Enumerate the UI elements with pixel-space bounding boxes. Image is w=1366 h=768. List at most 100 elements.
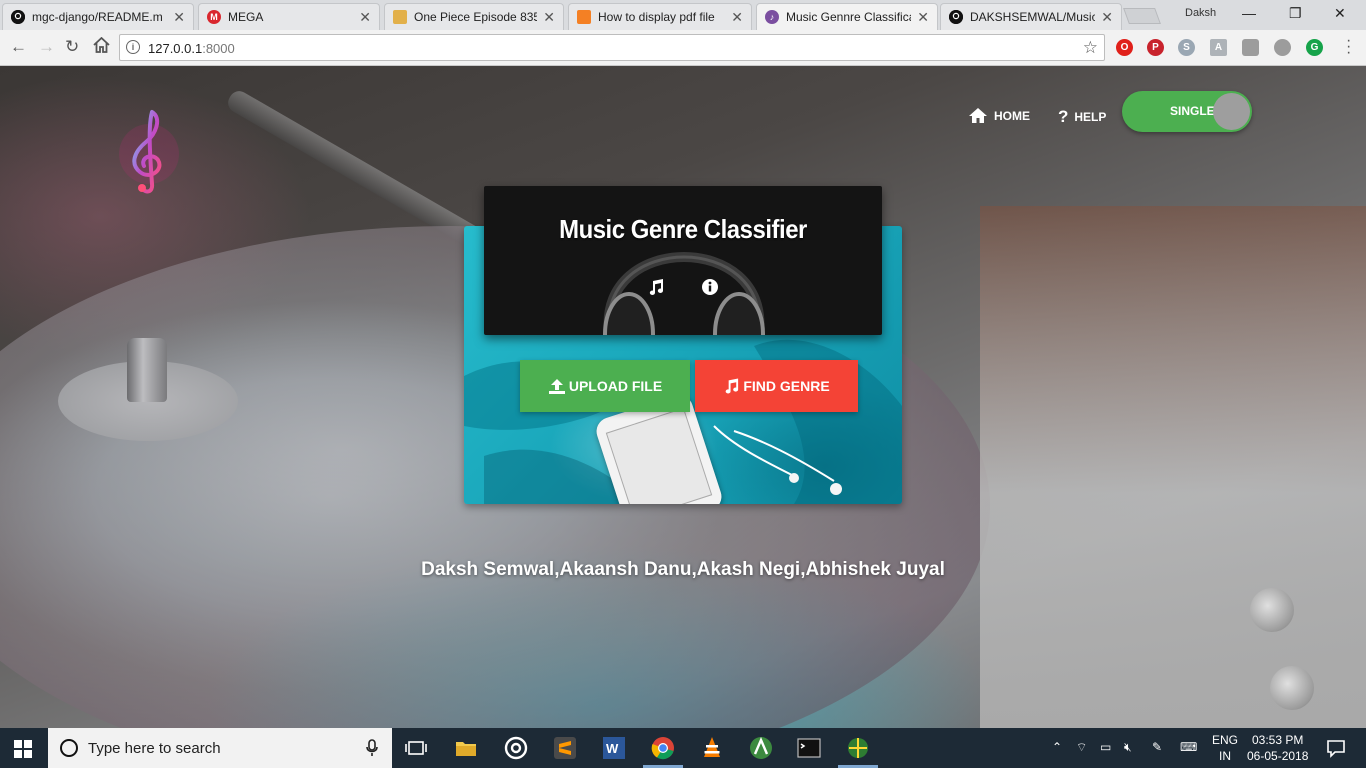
android-studio-icon[interactable] [749, 736, 773, 760]
mode-toggle-label: SINGLE [1170, 104, 1215, 118]
nav-home-link[interactable]: HOME [968, 107, 1030, 124]
deck-knob-graphic [1270, 666, 1314, 710]
close-icon[interactable]: ✕ [543, 9, 555, 26]
upload-file-label: UPLOAD FILE [568, 378, 663, 394]
clock-date: 06-05-2018 [1247, 749, 1309, 763]
house-icon [969, 108, 987, 123]
mode-toggle-switch[interactable]: SINGLE [1122, 91, 1252, 132]
command-prompt-icon[interactable] [797, 736, 821, 760]
url-text: 127.0.0.1:8000 [148, 41, 235, 56]
music-note-icon: ♪ [765, 10, 779, 24]
skype-icon[interactable]: S [1178, 39, 1195, 56]
forward-icon[interactable]: → [38, 37, 55, 57]
tab-music-genre-classifier[interactable]: ♪ Music Gennre Classifica ✕ [756, 3, 938, 30]
pen-icon[interactable]: ✎ [1152, 740, 1162, 754]
site-info-icon[interactable]: i [126, 40, 140, 54]
word-icon[interactable]: W [602, 736, 626, 760]
clock-time: 03:53 PM [1252, 733, 1304, 747]
reload-icon[interactable]: ↻ [65, 37, 79, 57]
find-genre-button[interactable]: FIND GENRE [695, 360, 858, 412]
input-language[interactable]: ENG IN [1212, 732, 1238, 764]
restore-icon[interactable]: ❐ [1289, 5, 1302, 22]
notifications-icon[interactable] [1324, 736, 1348, 760]
music-note-icon[interactable] [647, 278, 665, 301]
network-app-icon[interactable] [846, 736, 870, 760]
system-clock[interactable]: 03:53 PM 06-05-2018 [1247, 732, 1308, 764]
close-icon[interactable]: ✕ [731, 9, 743, 26]
grammarly-icon[interactable]: G [1306, 39, 1323, 56]
tab-title: Music Gennre Classifica [786, 10, 912, 24]
home-icon[interactable] [93, 36, 110, 58]
tab-mega[interactable]: M MEGA ✕ [198, 3, 380, 30]
question-icon: ? [1058, 107, 1069, 126]
tab-title: One Piece Episode 835 [414, 10, 538, 24]
page-background: HOME ? HELP SINGLE Music Genre Classifie… [0, 66, 1366, 728]
groove-music-icon[interactable] [504, 736, 528, 760]
sublime-text-icon[interactable] [553, 736, 577, 760]
deck-graphic [980, 206, 1366, 728]
spindle-graphic [127, 338, 167, 402]
authors-text: Daksh Semwal,Akaansh Danu,Akash Negi,Abh… [421, 559, 945, 580]
tab-strip: mgc-django/README.m ✕ M MEGA ✕ One Piece… [0, 0, 1366, 30]
nav-help-link[interactable]: ? HELP [1058, 107, 1106, 127]
cloud-extension-icon[interactable] [1274, 39, 1291, 56]
opera-icon[interactable]: O [1116, 39, 1133, 56]
microphone-icon[interactable] [366, 739, 378, 757]
upload-icon [548, 378, 565, 394]
toggle-knob[interactable] [1213, 93, 1250, 130]
nav-home-label: HOME [994, 108, 1030, 123]
battery-icon[interactable]: ▭ [1100, 740, 1111, 754]
chrome-icon[interactable] [651, 736, 675, 760]
tab-title: mgc-django/README.m [32, 10, 163, 24]
windows-start-icon[interactable] [14, 740, 32, 758]
svg-text:W: W [606, 741, 619, 756]
github-icon [11, 10, 25, 24]
close-icon[interactable]: ✕ [917, 9, 929, 26]
wifi-icon[interactable]: ⌔ [1076, 740, 1087, 755]
shield-icon[interactable] [1242, 39, 1259, 56]
anime-site-icon [393, 10, 407, 24]
new-tab-button[interactable] [1123, 8, 1161, 24]
bookmark-star-icon[interactable]: ☆ [1083, 38, 1098, 58]
find-genre-label: FIND GENRE [743, 378, 830, 394]
nav-help-label: HELP [1074, 110, 1107, 124]
windows-taskbar: Type here to search W ⌃ ⌔ ▭ 🔇︎ ✎ ⌨ ENG I… [0, 728, 1366, 768]
tab-github-repo[interactable]: DAKSHSEMWAL/Music- ✕ [940, 3, 1122, 30]
tab-title: MEGA [228, 10, 264, 24]
mega-icon: M [207, 10, 221, 24]
show-hidden-icons-chevron-icon[interactable]: ⌃ [1052, 740, 1062, 754]
upload-file-button[interactable]: UPLOAD FILE [520, 360, 690, 412]
tab-github-readme[interactable]: mgc-django/README.m ✕ [2, 3, 194, 30]
taskbar-search-placeholder: Type here to search [88, 740, 221, 757]
language-code: ENG [1212, 733, 1239, 747]
app-title: Music Genre Classifier [559, 214, 807, 244]
profile-name[interactable]: Daksh [1185, 7, 1216, 19]
close-icon[interactable]: ✕ [359, 9, 371, 26]
tab-title: How to display pdf file [598, 10, 715, 24]
header-panel: Music Genre Classifier [484, 186, 882, 335]
github-icon [949, 10, 963, 24]
close-icon[interactable]: ✕ [1101, 9, 1113, 26]
task-view-icon[interactable] [404, 736, 428, 760]
stackoverflow-icon [577, 10, 591, 24]
tab-one-piece[interactable]: One Piece Episode 835 ✕ [384, 3, 564, 30]
tab-pdf-question[interactable]: How to display pdf file ✕ [568, 3, 752, 30]
volume-muted-icon[interactable]: 🔇︎ [1124, 740, 1132, 755]
pdf-extension-icon[interactable]: A [1210, 39, 1227, 56]
pinterest-icon[interactable]: P [1147, 39, 1164, 56]
music-note-icon [725, 378, 739, 394]
close-icon[interactable]: ✕ [173, 9, 185, 26]
file-explorer-icon[interactable] [454, 736, 478, 760]
treble-clef-logo[interactable] [118, 106, 180, 198]
region-code: IN [1219, 749, 1231, 763]
menu-icon[interactable]: · · · [1346, 33, 1351, 61]
taskbar-search-box[interactable]: Type here to search [48, 728, 392, 768]
address-bar[interactable]: i 127.0.0.1:8000 ☆ [119, 34, 1105, 61]
close-window-icon[interactable]: ✕ [1334, 5, 1346, 22]
tab-title: DAKSHSEMWAL/Music- [970, 10, 1096, 24]
vlc-icon[interactable] [700, 736, 724, 760]
keyboard-icon[interactable]: ⌨ [1180, 740, 1197, 754]
back-icon[interactable]: ← [10, 37, 27, 57]
info-icon[interactable] [701, 278, 719, 301]
minimize-icon[interactable]: — [1242, 5, 1256, 21]
